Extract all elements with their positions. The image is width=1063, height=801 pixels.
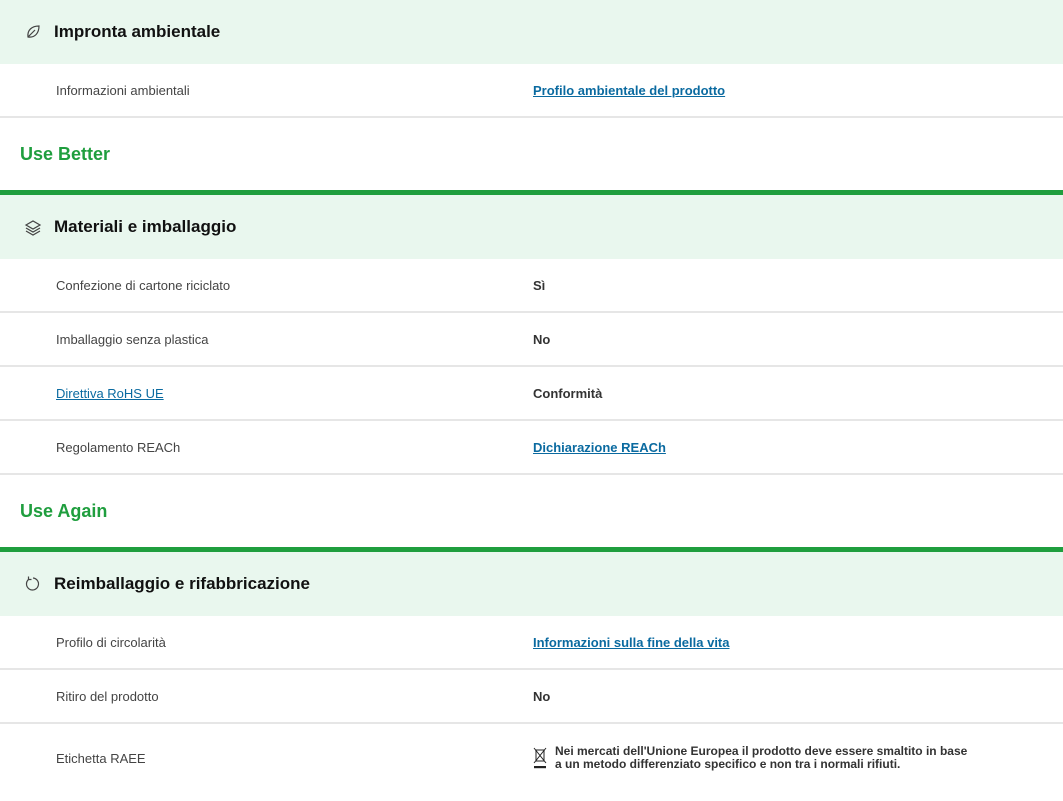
row-value: Conformità [533, 385, 603, 401]
section-materials-packaging: Materiali e imballaggio Confezione di ca… [0, 195, 1063, 475]
leaf-icon [24, 23, 42, 41]
row-label: Ritiro del prodotto [56, 688, 159, 704]
table-row: Etichetta RAEE Nei mercati dell'Unione E… [0, 724, 1063, 792]
row-label: Regolamento REACh [56, 439, 181, 455]
row-value: Profilo ambientale del prodotto [533, 83, 725, 98]
layers-icon [24, 218, 42, 236]
table-row: Profilo di circolarità Informazioni sull… [0, 616, 1063, 670]
row-value: Informazioni sulla fine della vita [533, 635, 730, 650]
row-label: Informazioni ambientali [56, 82, 190, 98]
table-row: Confezione di cartone riciclato Sì [0, 259, 1063, 313]
rohs-directive-link[interactable]: Direttiva RoHS UE [56, 386, 164, 401]
band-title: Reimballaggio e rifabbricazione [54, 574, 311, 593]
weee-bin-icon [533, 746, 547, 770]
reach-declaration-link[interactable]: Dichiarazione REACh [533, 440, 666, 455]
section-environmental-footprint: Impronta ambientale Informazioni ambient… [0, 0, 1063, 118]
table-row: Informazioni ambientali Profilo ambienta… [0, 64, 1063, 118]
section-heading-use-better: Use Better [20, 143, 111, 164]
row-label: Confezione di cartone riciclato [56, 277, 231, 293]
row-label: Profilo di circolarità [56, 634, 166, 650]
section-repackaging-remanufacturing: Reimballaggio e rifabbricazione Profilo … [0, 552, 1063, 792]
band-reimballaggio-rifabbricazione: Reimballaggio e rifabbricazione [0, 552, 1063, 616]
row-value: No [533, 331, 551, 347]
product-environmental-profile-link[interactable]: Profilo ambientale del prodotto [533, 83, 725, 98]
refresh-icon [24, 575, 42, 593]
section-heading-use-again: Use Again [20, 500, 108, 521]
row-label: Imballaggio senza plastica [56, 331, 209, 347]
row-value: Nei mercati dell'Unione Europea il prodo… [533, 745, 975, 771]
row-label: Etichetta RAEE [56, 750, 146, 766]
row-value: No [533, 688, 551, 704]
table-row: Direttiva RoHS UE Conformità [0, 367, 1063, 421]
end-of-life-info-link[interactable]: Informazioni sulla fine della vita [533, 635, 730, 650]
table-row: Imballaggio senza plastica No [0, 313, 1063, 367]
band-impronta-ambientale: Impronta ambientale [0, 0, 1063, 64]
table-row: Regolamento REACh Dichiarazione REACh [0, 421, 1063, 475]
band-title: Materiali e imballaggio [54, 217, 237, 236]
row-label: Direttiva RoHS UE [56, 386, 164, 401]
table-row: Ritiro del prodotto No [0, 670, 1063, 724]
row-value: Sì [533, 277, 546, 293]
band-materiali-imballaggio: Materiali e imballaggio [0, 195, 1063, 259]
weee-notice-text: Nei mercati dell'Unione Europea il prodo… [555, 744, 968, 771]
band-title: Impronta ambientale [54, 22, 221, 41]
row-value: Dichiarazione REACh [533, 440, 666, 455]
